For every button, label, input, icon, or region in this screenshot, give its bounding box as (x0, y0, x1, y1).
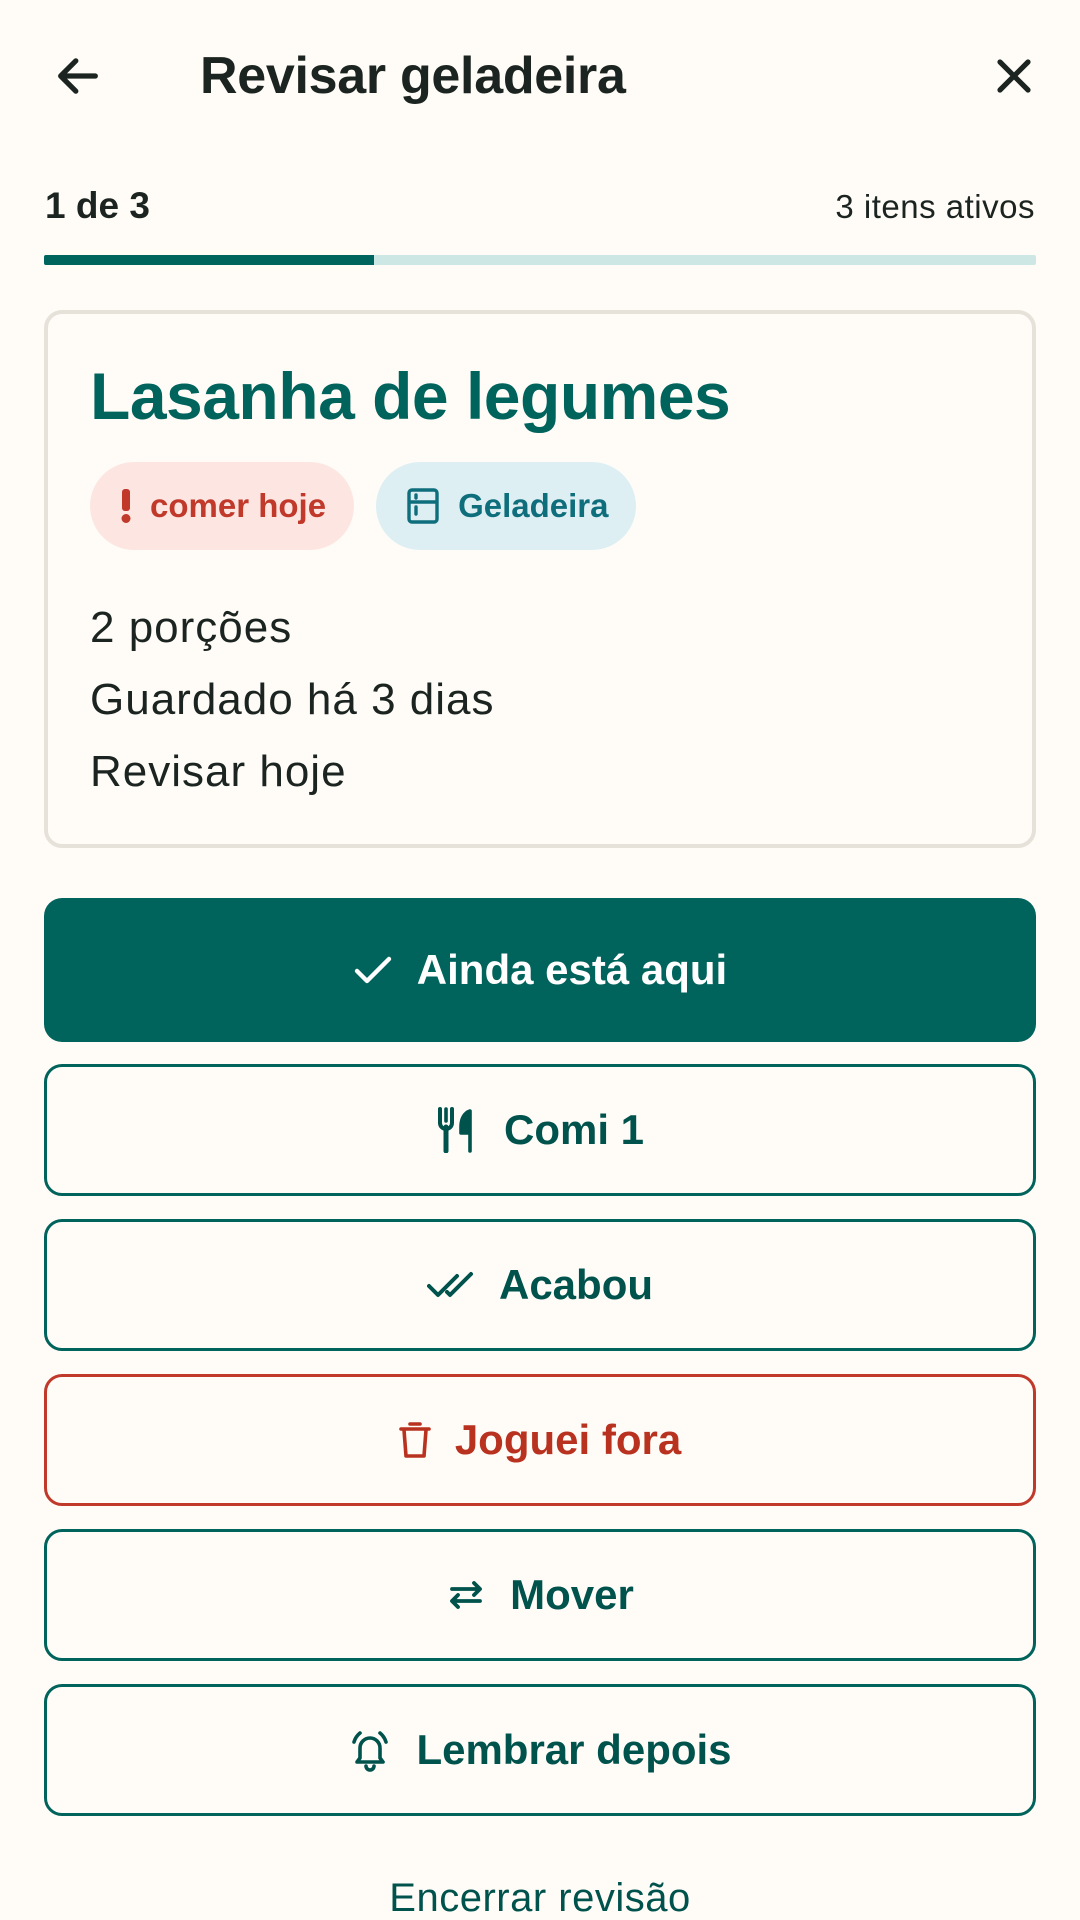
discarded-label: Joguei fora (454, 1416, 682, 1463)
ate-one-button[interactable]: Comi 1 (44, 1064, 1036, 1196)
close-icon (997, 59, 1031, 93)
still-here-label: Ainda está aqui (416, 946, 728, 993)
check-icon (354, 956, 391, 984)
still-here-button[interactable]: Ainda está aqui (44, 898, 1036, 1042)
progress-bar-fill (44, 255, 375, 265)
item-details: 2 porções Guardado há 3 dias Revisar hoj… (90, 592, 495, 808)
trash-icon (399, 1422, 431, 1458)
fridge-icon (407, 488, 439, 524)
finished-label: Acabou (498, 1261, 653, 1308)
finished-button[interactable]: Acabou (44, 1219, 1036, 1351)
item-chips: comer hoje Geladeira (90, 462, 637, 550)
review-due-text: Revisar hoje (90, 747, 347, 796)
remind-later-label: Lembrar depois (416, 1726, 732, 1773)
page-title: Revisar geladeira (200, 47, 626, 105)
top-app-bar: Revisar geladeira (0, 0, 1080, 160)
move-button[interactable]: Mover (44, 1529, 1036, 1661)
exclamation-icon (121, 489, 131, 523)
item-name: Lasanha de legumes (90, 359, 731, 433)
step-counter: 1 de 3 (45, 185, 150, 226)
back-button[interactable] (40, 38, 116, 114)
remind-later-button[interactable]: Lembrar depois (44, 1684, 1036, 1816)
swap-arrows-icon (450, 1581, 483, 1609)
item-card: Lasanha de legumes comer hoje Geladeira (44, 310, 1036, 848)
urgency-chip-label: comer hoje (150, 487, 327, 524)
end-review-link[interactable]: Encerrar revisão (0, 1876, 1080, 1920)
ate-one-label: Comi 1 (503, 1106, 645, 1153)
discarded-button[interactable]: Joguei fora (44, 1374, 1036, 1506)
location-chip: Geladeira (376, 462, 637, 550)
alarm-bell-icon (352, 1731, 389, 1772)
portions-text: 2 porções (90, 603, 293, 652)
arrow-left-icon (58, 58, 98, 94)
review-fridge-screen: Revisar geladeira 1 de 3 3 itens ativos … (0, 0, 1080, 1920)
close-button[interactable] (976, 38, 1052, 114)
progress-bar (44, 255, 1036, 265)
location-chip-label: Geladeira (458, 487, 609, 524)
fork-knife-icon (437, 1107, 472, 1153)
double-check-icon (426, 1272, 473, 1297)
urgency-chip: comer hoje (90, 462, 355, 550)
stored-duration-text: Guardado há 3 dias (90, 675, 495, 724)
active-items-count: 3 itens ativos (835, 188, 1035, 225)
move-label: Mover (510, 1571, 634, 1618)
